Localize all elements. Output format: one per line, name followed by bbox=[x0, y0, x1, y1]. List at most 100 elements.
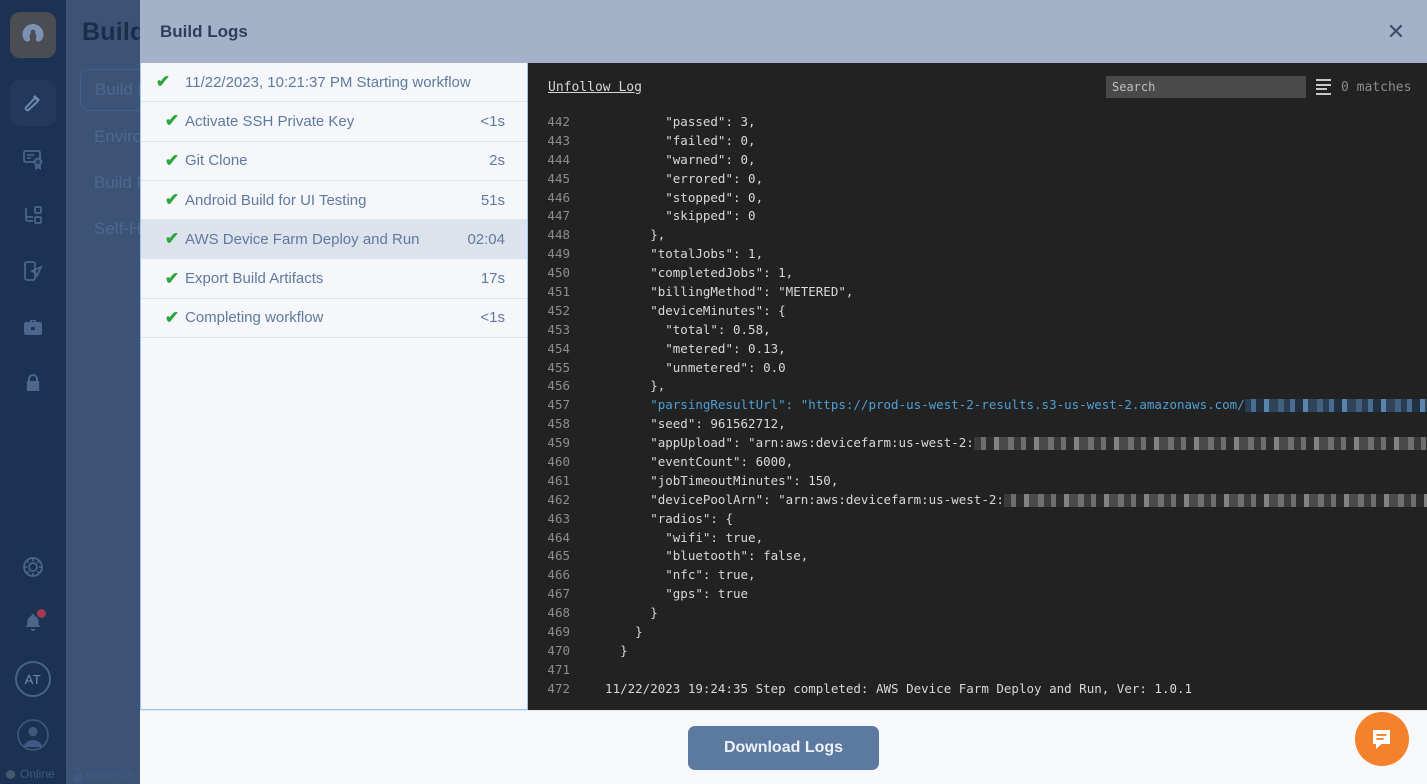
hammer-build-icon[interactable] bbox=[10, 80, 56, 126]
testing-distribution-icon[interactable] bbox=[10, 248, 56, 294]
close-icon[interactable]: ✕ bbox=[1379, 15, 1413, 49]
log-line-number: 462 bbox=[547, 491, 570, 507]
filter-lines-icon[interactable] bbox=[1316, 79, 1331, 95]
log-line-text: "completedJobs": 1, bbox=[590, 265, 794, 281]
log-line-number: 461 bbox=[547, 472, 570, 488]
redacted-text-block bbox=[1003, 493, 1427, 507]
log-line-number: 443 bbox=[547, 132, 570, 148]
build-step-row[interactable]: ✔ Android Build for UI Testing 51s bbox=[141, 181, 527, 221]
log-line: 471 bbox=[528, 661, 1427, 680]
log-line-text: 11/22/2023 19:24:35 Step completed: AWS … bbox=[590, 680, 1193, 696]
step-label: 11/22/2023, 10:21:37 PM Starting workflo… bbox=[185, 73, 471, 91]
match-count-label: 0 matches bbox=[1341, 79, 1412, 95]
log-line-number: 466 bbox=[547, 567, 570, 583]
log-line: 469 } bbox=[528, 623, 1427, 642]
build-steps-panel: ✔ 11/22/2023, 10:21:37 PM Starting workfl… bbox=[140, 63, 528, 710]
log-line-text: "gps": true bbox=[590, 586, 749, 602]
redacted-text-block bbox=[973, 437, 1427, 451]
log-line-text: "eventCount": 6000, bbox=[590, 454, 794, 470]
step-duration: 17s bbox=[480, 270, 505, 288]
log-line-number: 445 bbox=[547, 170, 570, 186]
log-line-number: 456 bbox=[547, 378, 570, 394]
log-line: 454 "metered": 0.13, bbox=[528, 340, 1427, 359]
log-line: 465 "bluetooth": false, bbox=[528, 547, 1427, 566]
unfollow-log-link[interactable]: Unfollow Log bbox=[548, 80, 642, 95]
avatar-initials-text: AT bbox=[15, 661, 51, 697]
notification-badge-dot bbox=[37, 609, 46, 618]
log-line: 452 "deviceMinutes": { bbox=[528, 302, 1427, 321]
log-line-number: 471 bbox=[547, 661, 570, 677]
search-input[interactable] bbox=[1106, 76, 1306, 98]
log-line-number: 455 bbox=[547, 359, 570, 375]
log-line: 443 "failed": 0, bbox=[528, 132, 1427, 151]
log-line-text: "radios": { bbox=[590, 510, 733, 526]
step-label: Android Build for UI Testing bbox=[185, 191, 367, 209]
log-line: 468 } bbox=[528, 604, 1427, 623]
security-lock-icon[interactable] bbox=[10, 360, 56, 406]
step-label: Git Clone bbox=[185, 152, 248, 170]
step-duration: 51s bbox=[480, 191, 505, 209]
log-line-text: } bbox=[590, 642, 628, 658]
icon-rail: AT bbox=[0, 0, 66, 784]
log-line-number: 450 bbox=[547, 265, 570, 281]
build-step-row[interactable]: ✔ Activate SSH Private Key <1s bbox=[141, 102, 527, 142]
build-step-row[interactable]: ✔ AWS Device Farm Deploy and Run 02:04 bbox=[141, 220, 527, 260]
log-line-number: 451 bbox=[547, 284, 570, 300]
log-line-text: }, bbox=[590, 227, 666, 243]
online-status-dot bbox=[6, 769, 15, 779]
log-line-number: 463 bbox=[547, 510, 570, 526]
step-success-check-icon: ✔ bbox=[164, 268, 180, 288]
chat-bubble-icon bbox=[1373, 730, 1390, 749]
signing-identities-icon[interactable] bbox=[10, 136, 56, 182]
statusbar: Online Appcircle bbox=[0, 764, 1427, 784]
brand-status-label: Appcircle bbox=[84, 767, 135, 781]
log-line-text: "passed": 3, bbox=[590, 114, 756, 129]
step-success-check-icon: ✔ bbox=[164, 190, 180, 210]
step-success-check-icon: ✔ bbox=[164, 150, 180, 170]
build-step-row[interactable]: ✔ Export Build Artifacts 17s bbox=[141, 259, 527, 299]
account-avatar-icon[interactable] bbox=[10, 712, 56, 758]
modal-body: ✔ 11/22/2023, 10:21:37 PM Starting workfl… bbox=[140, 63, 1427, 784]
step-label: Export Build Artifacts bbox=[185, 270, 324, 288]
log-line: 453 "total": 0.58, bbox=[528, 321, 1427, 340]
modal-header: Build Logs ✕ bbox=[140, 0, 1427, 63]
brand-status: Appcircle bbox=[68, 767, 135, 782]
build-step-row[interactable]: ✔ 11/22/2023, 10:21:37 PM Starting workfl… bbox=[141, 63, 527, 103]
log-line: 458 "seed": 961562712, bbox=[528, 415, 1427, 434]
download-logs-button[interactable]: Download Logs bbox=[687, 725, 880, 770]
log-line-text: "billingMethod": "METERED", bbox=[590, 284, 854, 300]
log-line-text: } bbox=[590, 605, 658, 621]
log-line-text: "seed": 961562712, bbox=[590, 416, 786, 432]
user-initials-avatar[interactable]: AT bbox=[10, 656, 56, 702]
step-label: Completing workflow bbox=[185, 309, 324, 327]
distribution-icon[interactable] bbox=[10, 192, 56, 238]
online-status: Online bbox=[6, 767, 55, 781]
log-panel: Unfollow Log 0 matches 442 "passed": 3,4… bbox=[528, 63, 1427, 710]
log-line-number: 468 bbox=[547, 605, 570, 621]
log-line: 460 "eventCount": 6000, bbox=[528, 453, 1427, 472]
log-line-text: "jobTimeoutMinutes": 150, bbox=[590, 472, 839, 488]
notifications-bell-icon[interactable] bbox=[10, 600, 56, 646]
appcircle-logo-icon[interactable] bbox=[10, 12, 56, 58]
log-line-text: }, bbox=[590, 378, 666, 394]
enterprise-store-icon[interactable] bbox=[10, 304, 56, 350]
log-line: 466 "nfc": true, bbox=[528, 566, 1427, 585]
log-toolbar: Unfollow Log 0 matches bbox=[528, 63, 1427, 111]
build-step-row[interactable]: ✔ Completing workflow <1s bbox=[141, 299, 527, 339]
step-duration: 2s bbox=[489, 152, 505, 170]
log-line-number: 453 bbox=[547, 321, 570, 337]
log-line-number: 460 bbox=[547, 454, 570, 470]
settings-gear-icon[interactable] bbox=[10, 544, 56, 590]
step-success-check-icon: ✔ bbox=[164, 307, 180, 327]
log-lines-container[interactable]: 442 "passed": 3, 443 "failed": 0, 444 "war… bbox=[528, 111, 1427, 699]
chat-support-button[interactable] bbox=[1355, 712, 1409, 766]
log-line: 459 "appUpload": "arn:aws:devicefarm:us-… bbox=[528, 434, 1427, 453]
log-line-number: 472 bbox=[547, 680, 570, 696]
log-line-number: 454 bbox=[547, 340, 570, 356]
log-line-text: "wifi": true, bbox=[590, 529, 764, 545]
log-line-number: 469 bbox=[547, 624, 570, 640]
build-step-row[interactable]: ✔ Git Clone 2s bbox=[141, 142, 527, 181]
step-label: Activate SSH Private Key bbox=[185, 112, 355, 130]
log-line-number: 465 bbox=[547, 548, 570, 564]
online-status-label: Online bbox=[20, 767, 55, 781]
